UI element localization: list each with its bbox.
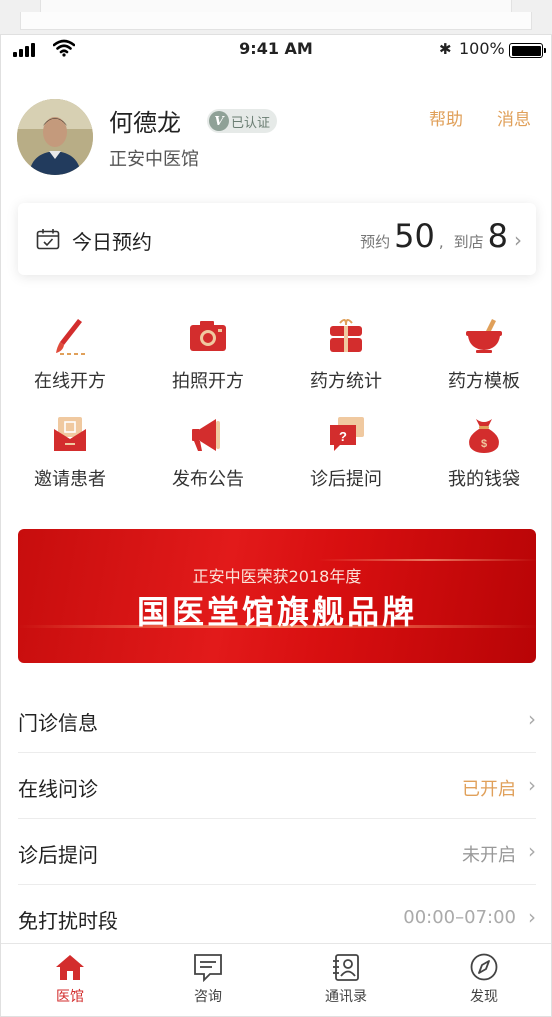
verified-icon: V bbox=[209, 111, 229, 131]
bottom-tab-bar: 医馆 咨询 通讯录 发现 bbox=[1, 943, 551, 1016]
list-item-value: 00:00–07:00 bbox=[403, 907, 516, 928]
clinic-name: 正安中医馆 bbox=[109, 149, 199, 170]
phone-screen: 9:41 AM ✱ 100% 何德龙 V 已认证 正安中医馆 帮助 消息 今日预… bbox=[0, 34, 552, 1017]
mortar-pestle-icon bbox=[466, 319, 502, 353]
list-item-label: 在线问诊 bbox=[18, 777, 98, 801]
tab-label: 医馆 bbox=[56, 989, 84, 1005]
chevron-right-icon: › bbox=[528, 773, 536, 797]
list-item-label: 门诊信息 bbox=[18, 711, 98, 735]
money-bag-icon: $ bbox=[469, 419, 499, 453]
tab-label: 发现 bbox=[470, 989, 498, 1005]
banner-light-streak bbox=[318, 559, 536, 561]
stat-separator: , bbox=[438, 233, 444, 251]
brush-icon bbox=[56, 319, 86, 355]
promo-banner[interactable]: 正安中医荣获2018年度 国医堂馆旗舰品牌 bbox=[18, 529, 536, 663]
svg-text:?: ? bbox=[339, 429, 347, 444]
function-label: 诊后提问 bbox=[310, 469, 382, 490]
tab-consultation[interactable]: 咨询 bbox=[139, 952, 277, 1006]
function-label: 在线开方 bbox=[34, 371, 106, 392]
doctor-name: 何德龙 bbox=[109, 109, 181, 137]
function-post-visit-questions[interactable]: ? 诊后提问 bbox=[277, 415, 415, 505]
tab-discover[interactable]: 发现 bbox=[415, 952, 551, 1006]
settings-list: 门诊信息 › 在线问诊 已开启 › 诊后提问 未开启 › 免打扰时段 00:00… bbox=[1, 687, 551, 951]
battery-percent: 100% bbox=[459, 39, 505, 58]
banner-subtitle: 正安中医荣获2018年度 bbox=[192, 567, 362, 586]
function-label: 邀请患者 bbox=[34, 469, 106, 490]
chat-icon bbox=[194, 954, 222, 982]
invite-envelope-icon bbox=[54, 417, 86, 451]
list-item-value: 未开启 bbox=[462, 845, 516, 866]
medicine-package-icon bbox=[330, 319, 362, 352]
function-my-wallet[interactable]: $ 我的钱袋 bbox=[415, 415, 551, 505]
function-photo-prescription[interactable]: 拍照开方 bbox=[139, 317, 277, 407]
help-link[interactable]: 帮助 bbox=[429, 105, 463, 130]
list-item-clinic-info[interactable]: 门诊信息 › bbox=[18, 687, 536, 753]
home-icon bbox=[56, 955, 84, 980]
function-prescription-stats[interactable]: 药方统计 bbox=[277, 317, 415, 407]
battery-icon bbox=[509, 43, 546, 58]
bluetooth-icon: ✱ bbox=[439, 40, 452, 58]
megaphone-icon bbox=[192, 419, 220, 451]
verified-label: 已认证 bbox=[231, 115, 271, 131]
banner-title: 国医堂馆旗舰品牌 bbox=[136, 593, 417, 631]
list-item-label: 免打扰时段 bbox=[18, 909, 118, 933]
messages-link[interactable]: 消息 bbox=[497, 105, 531, 130]
chevron-right-icon: › bbox=[528, 707, 536, 731]
function-label: 发布公告 bbox=[172, 469, 244, 490]
arrived-count: 8 bbox=[487, 217, 508, 255]
verified-badge: V 已认证 bbox=[207, 109, 278, 133]
background-card-stack bbox=[20, 12, 532, 30]
avatar[interactable] bbox=[17, 99, 93, 175]
booked-count: 50 bbox=[394, 217, 435, 255]
chevron-right-icon: › bbox=[528, 905, 536, 929]
list-item-post-visit-questions[interactable]: 诊后提问 未开启 › bbox=[18, 819, 536, 885]
question-chat-icon: ? bbox=[330, 417, 364, 451]
chevron-right-icon: › bbox=[528, 839, 536, 863]
contacts-icon bbox=[333, 954, 359, 981]
function-online-prescription[interactable]: 在线开方 bbox=[1, 317, 139, 407]
list-item-label: 诊后提问 bbox=[18, 843, 98, 867]
appointment-title: 今日预约 bbox=[72, 230, 152, 254]
function-invite-patient[interactable]: 邀请患者 bbox=[1, 415, 139, 505]
function-label: 药方统计 bbox=[310, 371, 382, 392]
camera-icon bbox=[190, 321, 226, 351]
function-publish-notice[interactable]: 发布公告 bbox=[139, 415, 277, 505]
today-appointments-card[interactable]: 今日预约 预约 50 , 到店 8 › bbox=[18, 203, 536, 275]
tab-contacts[interactable]: 通讯录 bbox=[277, 952, 415, 1006]
list-item-online-consultation[interactable]: 在线问诊 已开启 › bbox=[18, 753, 536, 819]
function-label: 我的钱袋 bbox=[448, 469, 520, 490]
list-item-do-not-disturb[interactable]: 免打扰时段 00:00–07:00 › bbox=[18, 885, 536, 951]
status-bar: 9:41 AM ✱ 100% bbox=[1, 35, 551, 65]
function-prescription-templates[interactable]: 药方模板 bbox=[415, 317, 551, 407]
appointment-stats: 预约 50 , 到店 8 › bbox=[360, 217, 522, 255]
tab-clinic[interactable]: 医馆 bbox=[1, 952, 139, 1006]
function-label: 药方模板 bbox=[448, 371, 520, 392]
arrived-label: 到店 bbox=[453, 233, 484, 251]
calendar-check-icon bbox=[36, 229, 60, 250]
function-label: 拍照开方 bbox=[172, 371, 244, 392]
booked-label: 预约 bbox=[360, 233, 391, 251]
svg-text:$: $ bbox=[481, 438, 487, 450]
tab-label: 通讯录 bbox=[325, 989, 367, 1005]
list-item-value: 已开启 bbox=[462, 779, 516, 800]
compass-icon bbox=[470, 953, 498, 981]
chevron-right-icon: › bbox=[514, 228, 522, 252]
tab-label: 咨询 bbox=[194, 989, 222, 1005]
